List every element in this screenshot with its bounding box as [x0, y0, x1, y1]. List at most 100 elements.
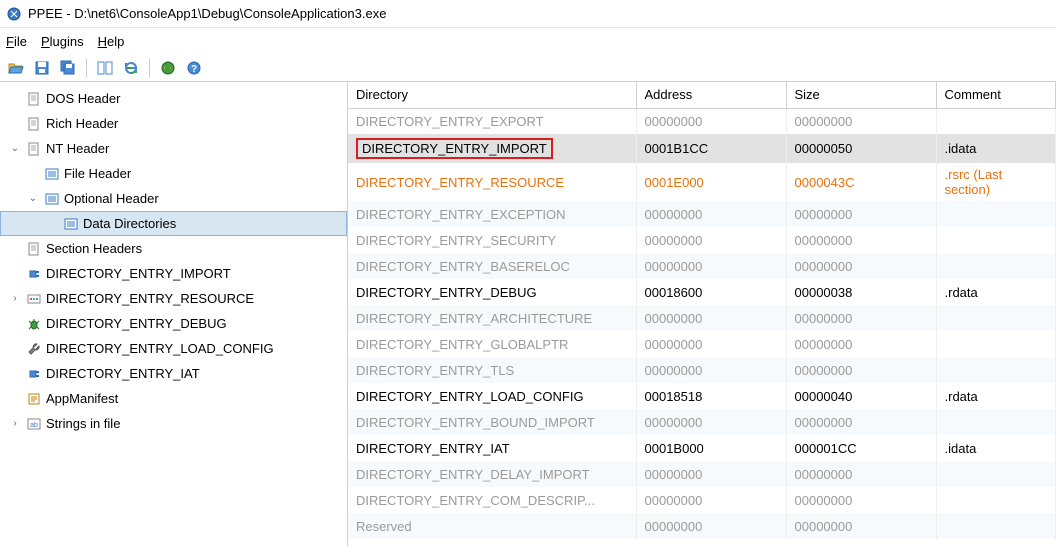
tree-item-directory-entry-load-config[interactable]: DIRECTORY_ENTRY_LOAD_CONFIG [0, 336, 347, 361]
cell-comment [936, 331, 1056, 357]
cell-directory: DIRECTORY_ENTRY_COM_DESCRIP... [348, 487, 636, 513]
tree-label: NT Header [46, 141, 109, 156]
cell-size: 00000040 [786, 383, 936, 409]
page-icon [26, 116, 42, 132]
cell-address: 00000000 [636, 305, 786, 331]
cell-comment [936, 513, 1056, 539]
svg-text:?: ? [191, 64, 197, 75]
cell-address: 00000000 [636, 108, 786, 134]
chevron-down-icon[interactable]: ⌄ [26, 193, 40, 204]
save-icon[interactable] [32, 58, 52, 78]
tree-label: DIRECTORY_ENTRY_LOAD_CONFIG [46, 341, 274, 356]
table-row[interactable]: DIRECTORY_ENTRY_IMPORT0001B1CC00000050.i… [348, 134, 1056, 163]
globe-icon[interactable] [158, 58, 178, 78]
tree-item-optional-header[interactable]: ⌄Optional Header [0, 186, 347, 211]
table-row[interactable]: DIRECTORY_ENTRY_GLOBALPTR000000000000000… [348, 331, 1056, 357]
table-row[interactable]: DIRECTORY_ENTRY_IAT0001B000000001CC.idat… [348, 435, 1056, 461]
tree-item-directory-entry-resource[interactable]: ›DIRECTORY_ENTRY_RESOURCE [0, 286, 347, 311]
tree-label: AppManifest [46, 391, 118, 406]
refresh-icon[interactable] [121, 58, 141, 78]
tree-item-directory-entry-iat[interactable]: DIRECTORY_ENTRY_IAT [0, 361, 347, 386]
tree-item-data-directories[interactable]: Data Directories [0, 211, 347, 236]
table-row[interactable]: DIRECTORY_ENTRY_DEBUG0001860000000038.rd… [348, 279, 1056, 305]
cell-address: 00018518 [636, 383, 786, 409]
chevron-right-icon[interactable]: › [8, 418, 22, 429]
window-title: PPEE - D:\net6\ConsoleApp1\Debug\Console… [28, 6, 386, 21]
toolbar-separator [86, 59, 87, 77]
cell-directory: DIRECTORY_ENTRY_BASERELOC [348, 253, 636, 279]
cell-directory: DIRECTORY_ENTRY_ARCHITECTURE [348, 305, 636, 331]
page-icon [26, 91, 42, 107]
menu-plugins[interactable]: Plugins [41, 34, 84, 49]
cell-directory: DIRECTORY_ENTRY_RESOURCE [348, 163, 636, 201]
column-header-directory[interactable]: Directory [348, 82, 636, 108]
table-row[interactable]: DIRECTORY_ENTRY_BASERELOC000000000000000… [348, 253, 1056, 279]
plug-icon [26, 266, 42, 282]
tree-item-strings-in-file[interactable]: ›abStrings in file [0, 411, 347, 436]
table-row[interactable]: Reserved0000000000000000 [348, 513, 1056, 539]
toolbar-separator [149, 59, 150, 77]
cell-directory: DIRECTORY_ENTRY_DELAY_IMPORT [348, 461, 636, 487]
table-row[interactable]: DIRECTORY_ENTRY_ARCHITECTURE000000000000… [348, 305, 1056, 331]
table-row[interactable]: DIRECTORY_ENTRY_SECURITY0000000000000000 [348, 227, 1056, 253]
table-row[interactable]: DIRECTORY_ENTRY_BOUND_IMPORT000000000000… [348, 409, 1056, 435]
tree-item-rich-header[interactable]: Rich Header [0, 111, 347, 136]
wrench-icon [26, 341, 42, 357]
cell-directory: DIRECTORY_ENTRY_BOUND_IMPORT [348, 409, 636, 435]
column-header-address[interactable]: Address [636, 82, 786, 108]
save-all-icon[interactable] [58, 58, 78, 78]
list-icon [63, 216, 79, 232]
cell-size: 00000000 [786, 357, 936, 383]
chevron-down-icon[interactable]: ⌄ [8, 143, 22, 154]
tree-item-dos-header[interactable]: DOS Header [0, 86, 347, 111]
cell-address: 0001B000 [636, 435, 786, 461]
table-row[interactable]: DIRECTORY_ENTRY_TLS0000000000000000 [348, 357, 1056, 383]
cell-address: 00000000 [636, 487, 786, 513]
cell-directory: DIRECTORY_ENTRY_EXPORT [348, 108, 636, 134]
tree-item-directory-entry-import[interactable]: DIRECTORY_ENTRY_IMPORT [0, 261, 347, 286]
cell-comment [936, 253, 1056, 279]
cell-directory: DIRECTORY_ENTRY_IAT [348, 435, 636, 461]
table-row[interactable]: DIRECTORY_ENTRY_RESOURCE0001E0000000043C… [348, 163, 1056, 201]
table-row[interactable]: DIRECTORY_ENTRY_COM_DESCRIP...0000000000… [348, 487, 1056, 513]
tree-item-directory-entry-debug[interactable]: DIRECTORY_ENTRY_DEBUG [0, 311, 347, 336]
cell-comment: .idata [936, 435, 1056, 461]
cell-address: 00000000 [636, 253, 786, 279]
cell-address: 00000000 [636, 513, 786, 539]
page-icon [26, 141, 42, 157]
list-icon [44, 166, 60, 182]
toolbar: ? [0, 54, 1056, 82]
chevron-right-icon[interactable]: › [8, 293, 22, 304]
cell-comment [936, 201, 1056, 227]
cell-size: 00000000 [786, 227, 936, 253]
table-row[interactable]: DIRECTORY_ENTRY_EXPORT0000000000000000 [348, 108, 1056, 134]
cell-size: 000001CC [786, 435, 936, 461]
open-icon[interactable] [6, 58, 26, 78]
tree-label: Section Headers [46, 241, 142, 256]
cell-address: 0001B1CC [636, 134, 786, 163]
cell-size: 0000043C [786, 163, 936, 201]
tree-label: DIRECTORY_ENTRY_DEBUG [46, 316, 227, 331]
toggle-panes-icon[interactable] [95, 58, 115, 78]
cell-directory: DIRECTORY_ENTRY_DEBUG [348, 279, 636, 305]
tree-item-file-header[interactable]: File Header [0, 161, 347, 186]
cell-comment [936, 461, 1056, 487]
table-pane: Directory Address Size Comment DIRECTORY… [348, 82, 1056, 546]
tree-item-section-headers[interactable]: Section Headers [0, 236, 347, 261]
column-header-size[interactable]: Size [786, 82, 936, 108]
menu-help[interactable]: Help [98, 34, 125, 49]
table-row[interactable]: DIRECTORY_ENTRY_EXCEPTION000000000000000… [348, 201, 1056, 227]
tree-label: File Header [64, 166, 131, 181]
cell-comment: .rsrc (Last section) [936, 163, 1056, 201]
help-icon[interactable]: ? [184, 58, 204, 78]
cell-directory: DIRECTORY_ENTRY_IMPORT [348, 134, 636, 163]
table-row[interactable]: DIRECTORY_ENTRY_DELAY_IMPORT000000000000… [348, 461, 1056, 487]
tree-item-nt-header[interactable]: ⌄ NT Header [0, 136, 347, 161]
table-row[interactable]: DIRECTORY_ENTRY_LOAD_CONFIG0001851800000… [348, 383, 1056, 409]
cell-comment [936, 305, 1056, 331]
cell-address: 00000000 [636, 331, 786, 357]
menu-file[interactable]: File [6, 34, 27, 49]
column-header-comment[interactable]: Comment [936, 82, 1056, 108]
cell-size: 00000000 [786, 461, 936, 487]
tree-item-appmanifest[interactable]: AppManifest [0, 386, 347, 411]
